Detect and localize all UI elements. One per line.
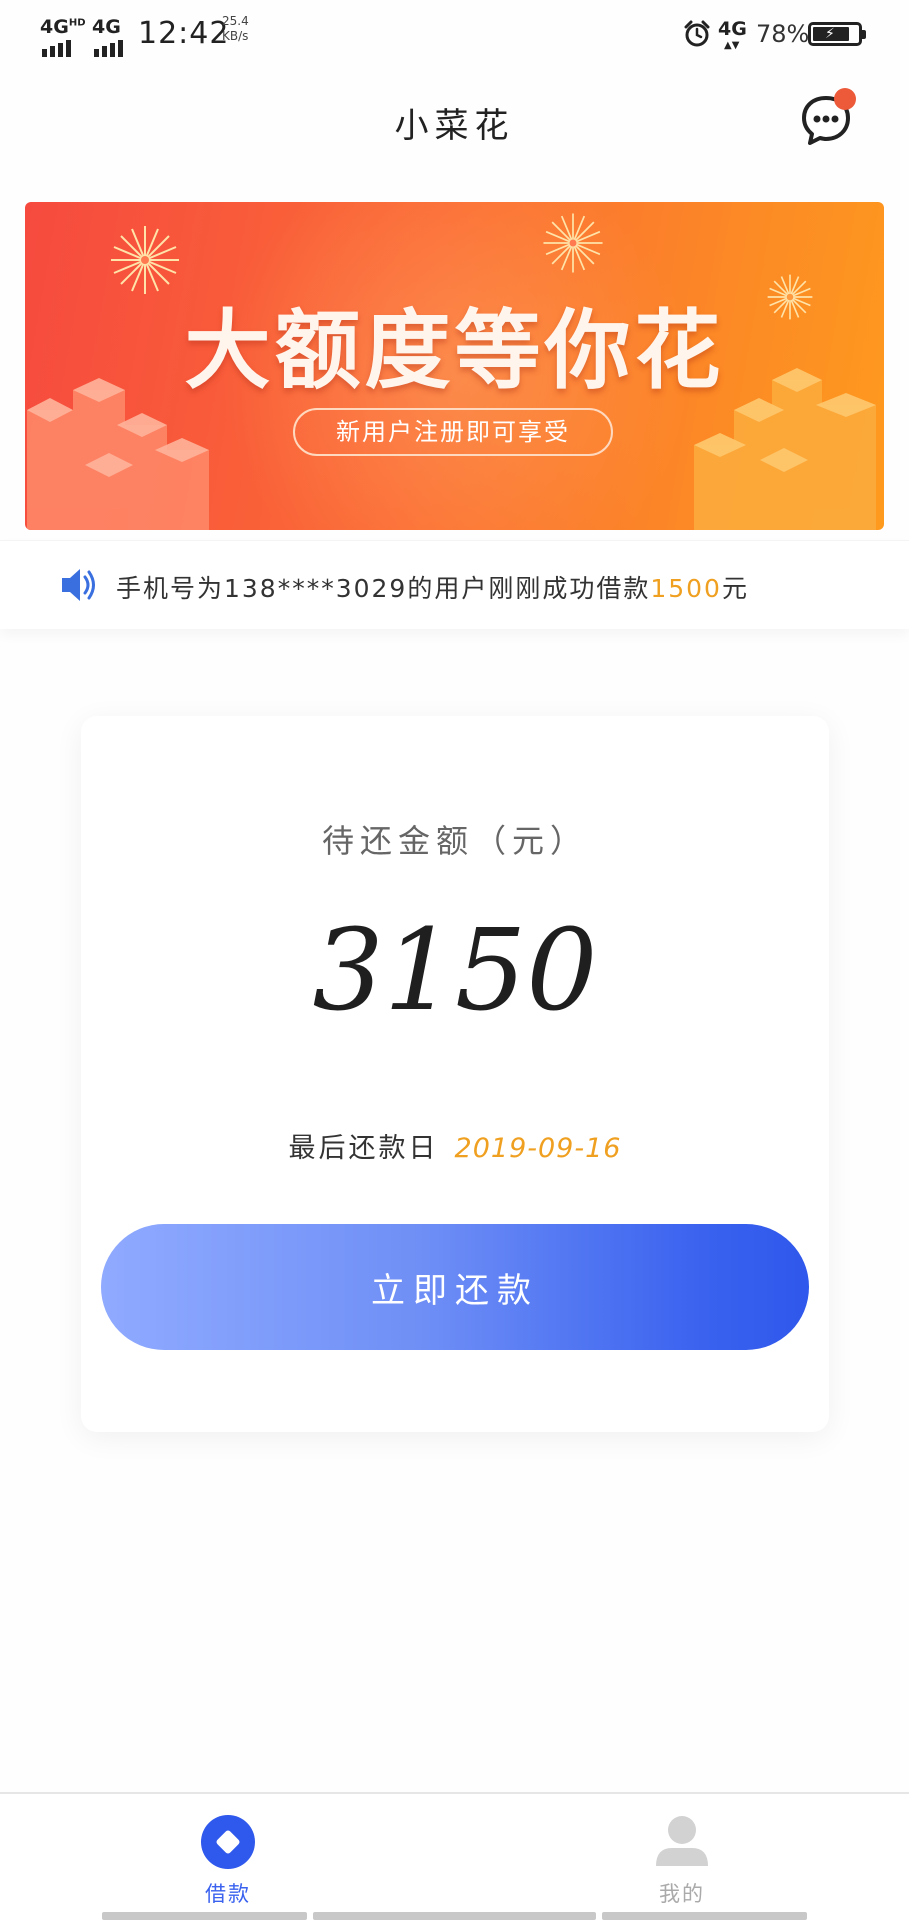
network-speed: 25.4 KB/s <box>222 14 249 43</box>
speaker-icon <box>62 569 95 601</box>
tab-label: 借款 <box>205 1882 251 1906</box>
repay-card: 待还金额（元） 3150 最后还款日 2019-09-16 立即还款 <box>81 716 829 1432</box>
amount-due-value: 3150 <box>312 906 598 1036</box>
due-date-label: 最后还款日 <box>288 1133 439 1164</box>
repay-now-button[interactable]: 立即还款 <box>101 1224 809 1350</box>
data-arrows-icon: ▲▼ <box>724 40 740 51</box>
unread-badge <box>834 88 856 110</box>
tab-mine[interactable]: 我的 <box>622 1814 742 1908</box>
borrow-diamond-icon <box>201 1815 255 1869</box>
battery-icon: ⚡ <box>808 22 866 46</box>
nav-gesture-bar <box>102 1912 307 1920</box>
notice-amount: 1500 <box>650 574 722 603</box>
promo-banner[interactable]: 大额度等你花 新用户注册即可享受 <box>25 202 884 530</box>
tab-bar: 借款 我的 <box>0 1792 909 1922</box>
clock: 12:42 <box>138 16 230 51</box>
tab-borrow[interactable]: 借款 <box>168 1814 288 1908</box>
due-date-value: 2019-09-16 <box>454 1133 622 1164</box>
alarm-clock-icon <box>684 20 710 47</box>
network-type: 4G <box>718 18 747 40</box>
tab-label: 我的 <box>659 1882 705 1906</box>
nav-gesture-bar <box>602 1912 807 1920</box>
banner-subtitle-pill: 新用户注册即可享受 <box>293 408 613 456</box>
due-date-row: 最后还款日 2019-09-16 <box>81 1126 829 1165</box>
signal-bars-icon <box>94 40 123 57</box>
status-bar: 4GHD 4G 12:42 25.4 KB/s 4G ▲▼ 78% ⚡ <box>0 0 909 68</box>
notice-text: 手机号为138****3029的用户刚刚成功借款1500元 <box>116 574 749 603</box>
notice-bar: 手机号为138****3029的用户刚刚成功借款1500元 <box>0 540 909 629</box>
firework-decoration <box>543 213 603 273</box>
banner-headline: 大额度等你花 <box>184 301 725 401</box>
signal-bars-icon <box>42 40 71 57</box>
profile-icon <box>656 1816 708 1866</box>
page-title: 小菜花 <box>394 106 515 146</box>
amount-due-label: 待还金额（元） <box>321 822 588 860</box>
nav-gesture-bar <box>313 1912 596 1920</box>
battery-percent: 78% <box>756 20 810 48</box>
